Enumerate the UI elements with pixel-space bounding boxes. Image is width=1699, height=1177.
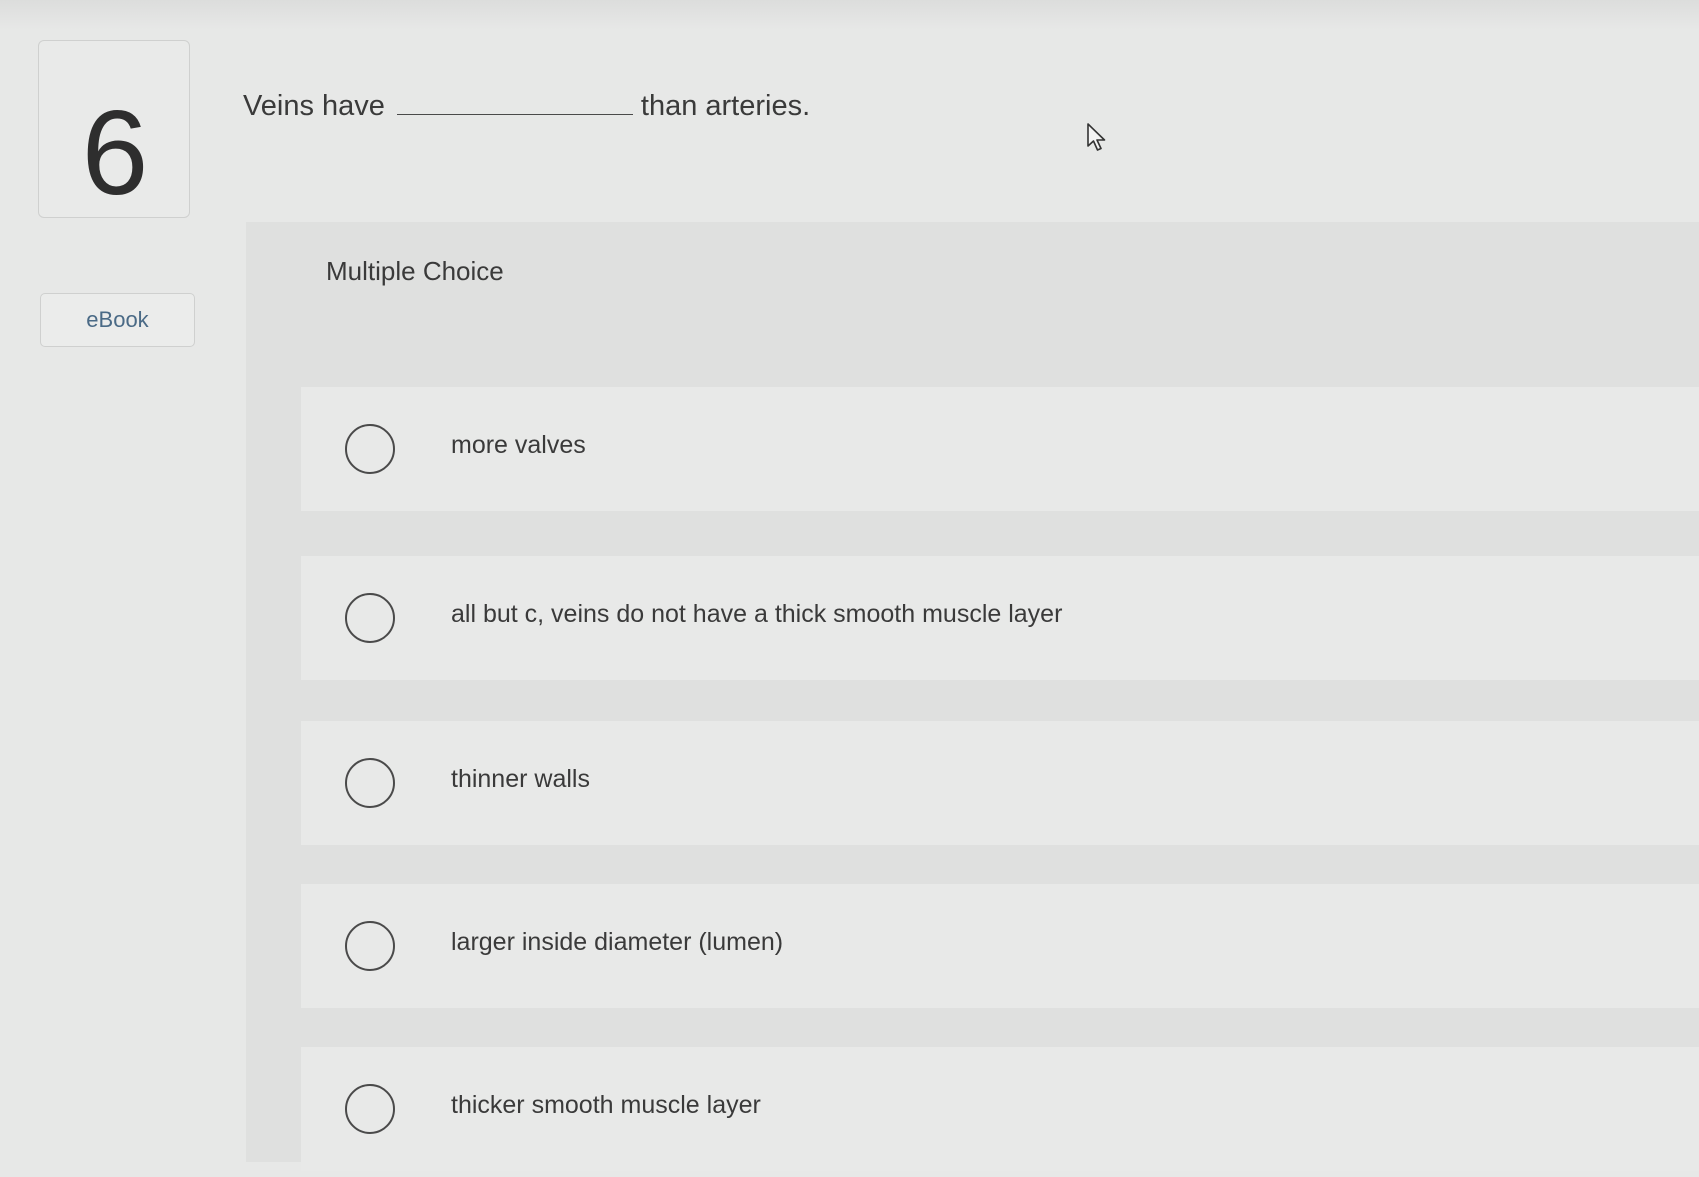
- mouse-pointer-icon: [1087, 123, 1106, 151]
- multiple-choice-panel: Multiple Choice more valves all but c, v…: [246, 222, 1699, 1171]
- radio-button-icon[interactable]: [345, 424, 395, 474]
- radio-button-icon[interactable]: [345, 1084, 395, 1134]
- choice-option-1[interactable]: more valves: [301, 387, 1699, 511]
- choice-option-4[interactable]: larger inside diameter (lumen): [301, 884, 1699, 1008]
- question-number: 6: [81, 86, 149, 220]
- question-text: Veins have than arteries.: [243, 86, 810, 123]
- choice-label: larger inside diameter (lumen): [451, 928, 784, 956]
- choice-label: thicker smooth muscle layer: [451, 1091, 761, 1119]
- top-shade: [0, 0, 1699, 30]
- choice-option-3[interactable]: thinner walls: [301, 721, 1699, 845]
- fill-in-blank: [396, 86, 633, 115]
- radio-button-icon[interactable]: [345, 921, 395, 971]
- choice-option-2[interactable]: all but c, veins do not have a thick smo…: [301, 556, 1699, 680]
- question-text-before: Veins have: [243, 90, 385, 122]
- question-number-box: 6: [38, 40, 190, 218]
- question-text-after: than arteries.: [640, 90, 811, 122]
- choice-label: all but c, veins do not have a thick smo…: [451, 600, 1063, 628]
- question-type-label: Multiple Choice: [326, 256, 504, 286]
- radio-button-icon[interactable]: [345, 758, 395, 808]
- choice-label: thinner walls: [451, 765, 590, 793]
- ebook-button[interactable]: eBook: [40, 293, 195, 347]
- choice-option-5[interactable]: thicker smooth muscle layer: [301, 1047, 1699, 1171]
- radio-button-icon[interactable]: [345, 593, 395, 643]
- choice-label: more valves: [451, 431, 586, 459]
